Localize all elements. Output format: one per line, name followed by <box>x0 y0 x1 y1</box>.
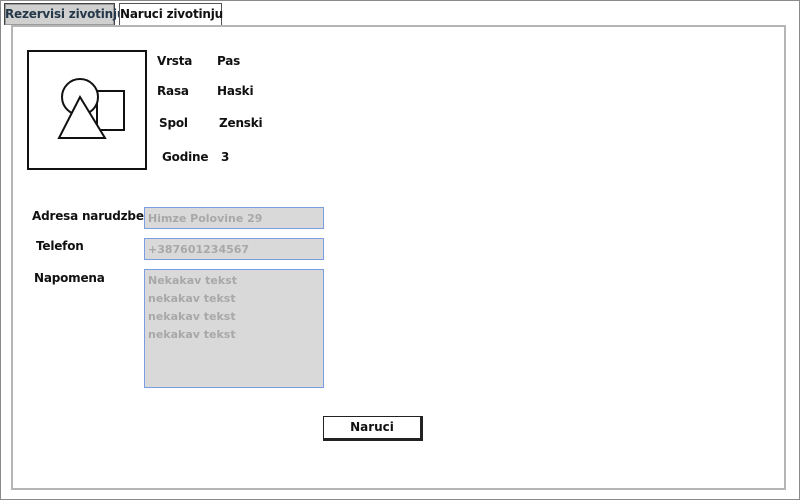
naruci-button[interactable]: Naruci <box>323 416 423 441</box>
address-label: Adresa narudzbe <box>32 209 144 223</box>
age-label: Godine <box>162 150 209 164</box>
note-label: Napomena <box>34 271 105 285</box>
age-value: 3 <box>221 150 230 164</box>
species-value: Pas <box>217 54 241 68</box>
sex-label: Spol <box>159 116 188 130</box>
phone-label: Telefon <box>36 239 84 253</box>
phone-input[interactable] <box>144 238 324 260</box>
note-textarea[interactable] <box>144 269 324 388</box>
address-input[interactable] <box>144 207 324 229</box>
tab-naruci-zivotinju[interactable]: Naruci zivotinju <box>119 3 223 25</box>
sex-value: Zenski <box>219 116 263 130</box>
shapes-placeholder-icon <box>57 78 125 139</box>
tab-rezervisi-zivotinju[interactable]: Rezervisi zivotinju <box>4 3 125 25</box>
animal-photo-placeholder <box>27 50 147 170</box>
species-label: Vrsta <box>157 54 193 68</box>
breed-label: Rasa <box>157 84 189 98</box>
breed-value: Haski <box>217 84 254 98</box>
